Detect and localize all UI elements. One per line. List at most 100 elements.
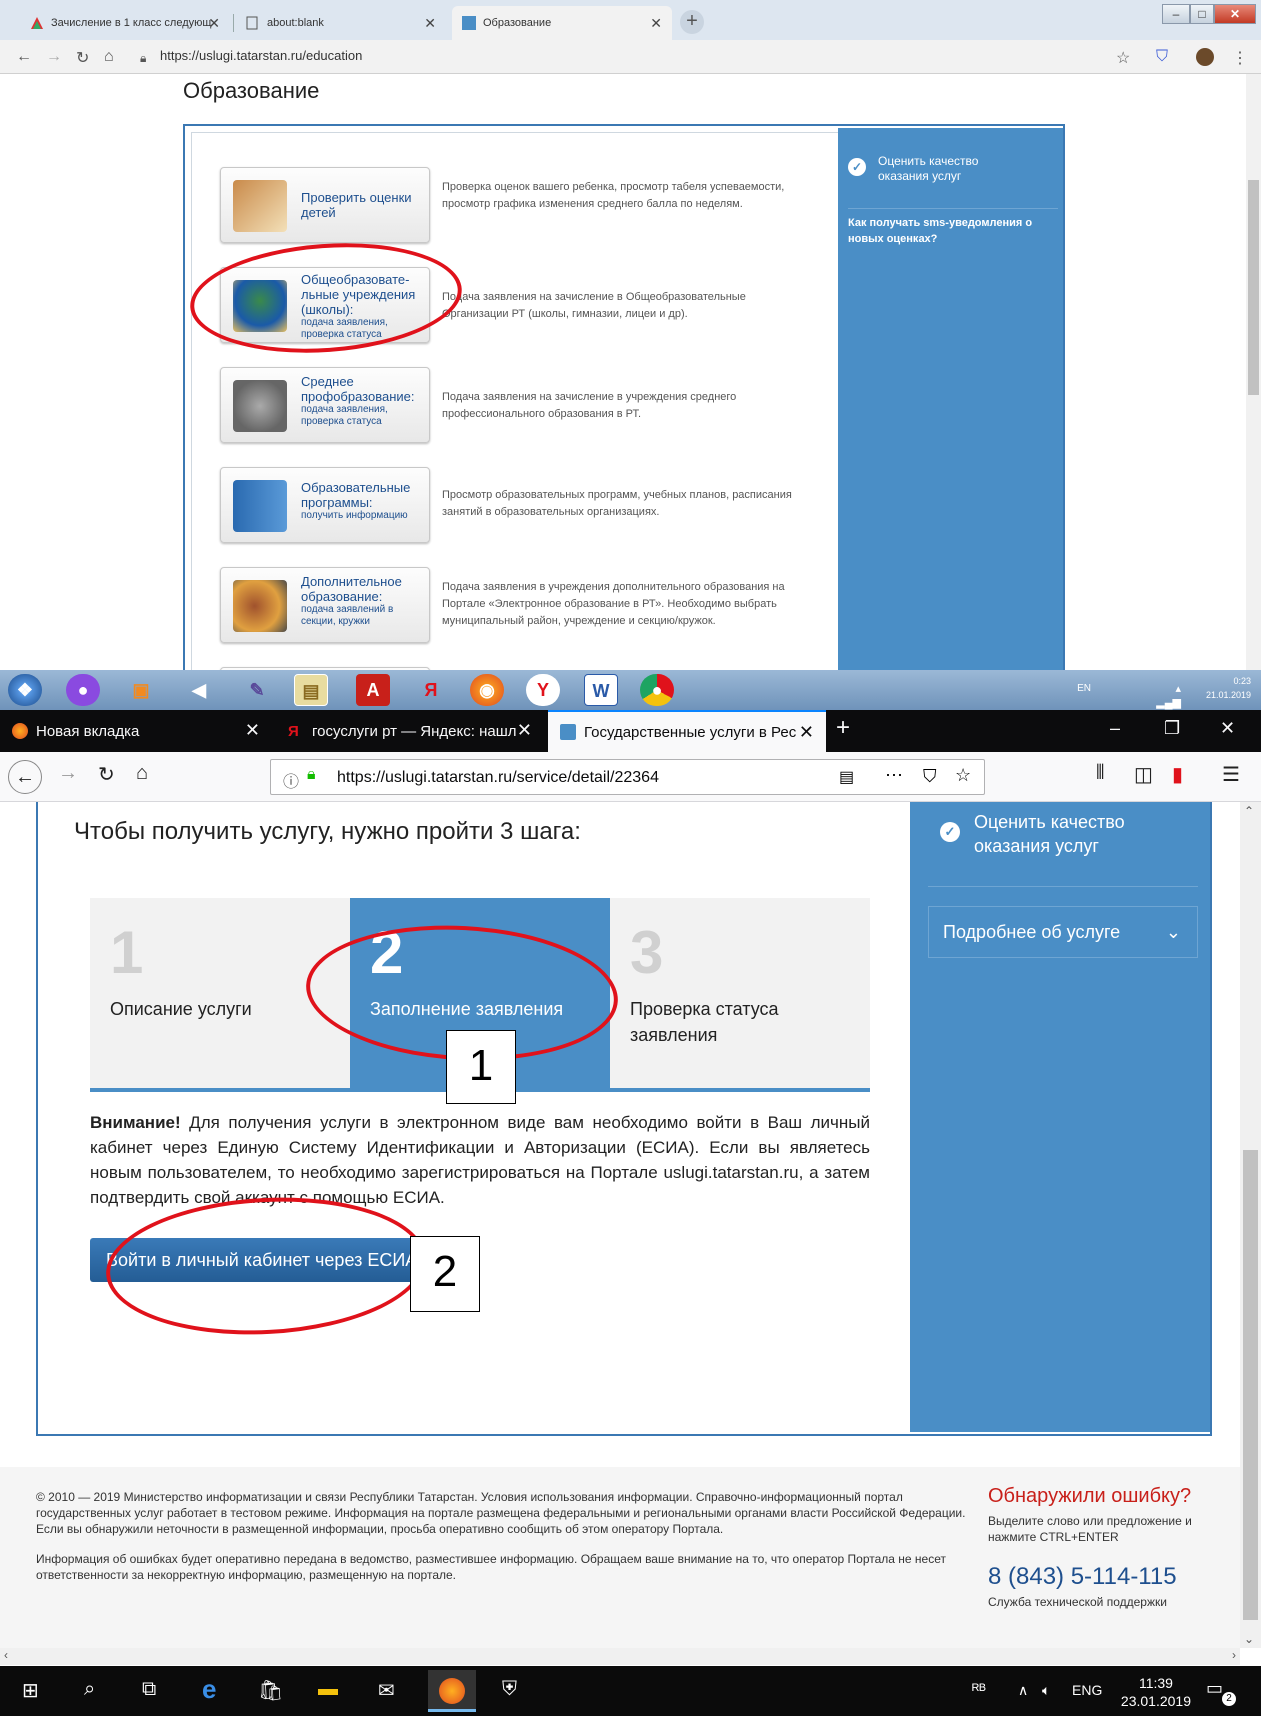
close-tab-icon[interactable]: ✕ xyxy=(424,15,436,32)
url-bar[interactable]: ⓘ 🔒︎ https://uslugi.tatarstan.ru/service… xyxy=(270,759,985,795)
back-icon[interactable]: ← xyxy=(16,48,32,66)
chrome-tab-enrollment[interactable]: Зачисление в 1 класс следующ ✕ xyxy=(20,6,230,40)
scrollbar-thumb[interactable] xyxy=(1243,1150,1258,1620)
forward-icon[interactable]: → xyxy=(46,48,62,66)
security-shield-icon[interactable]: ⛨ xyxy=(502,1678,517,1701)
windows-start-icon[interactable]: ⊞ xyxy=(22,1678,39,1703)
search-icon[interactable]: ⌕ xyxy=(84,1678,95,1701)
bookmark-flag-icon[interactable]: ▮ xyxy=(1172,762,1183,787)
page-title: Образование xyxy=(183,78,320,103)
more-about-service-dropdown[interactable]: Подробнее об услуге ⌄ xyxy=(928,906,1198,958)
steps-heading: Чтобы получить услугу, нужно пройти 3 ша… xyxy=(74,818,581,845)
volume-icon[interactable]: 🔈︎ xyxy=(1042,1682,1050,1699)
store-icon[interactable]: 🛍︎ xyxy=(258,1678,283,1703)
microphone-icon[interactable]: ● xyxy=(66,674,100,706)
rate-quality-link[interactable]: ✓ Оценить качество оказания услуг xyxy=(940,810,1134,858)
close-tab-icon[interactable]: ✕ xyxy=(245,720,260,741)
menu-dots-icon[interactable]: ⋮ xyxy=(1232,48,1248,68)
scroll-up-icon[interactable]: ⌃ xyxy=(1244,804,1254,818)
new-tab-button[interactable]: + xyxy=(680,10,704,34)
clock-time[interactable]: 0:23 xyxy=(1206,674,1251,688)
firefox-tab-gosuslugi[interactable]: Государственные услуги в Рес ✕ xyxy=(548,710,826,752)
notebook-icon xyxy=(233,180,287,232)
menu-icon[interactable]: ☰ xyxy=(1222,762,1240,787)
scroll-right-icon[interactable]: › xyxy=(1232,1648,1236,1662)
library-icon[interactable]: ⫴ xyxy=(1096,762,1104,785)
bookmark-star-icon[interactable]: ☆ xyxy=(1116,48,1130,68)
service-check-grades[interactable]: Проверить оценки детей xyxy=(220,167,430,243)
avatar[interactable] xyxy=(1196,48,1214,66)
close-window-button[interactable]: ✕ xyxy=(1214,4,1256,24)
reader-view-icon[interactable]: ▤ xyxy=(839,767,854,787)
back-button[interactable]: ← xyxy=(8,760,42,794)
clock[interactable]: 11:39 23.01.2019 xyxy=(1121,1674,1191,1710)
service-title: Дополнительное образование: xyxy=(301,574,402,604)
education-panel: Проверить оценки детей Проверка оценок в… xyxy=(183,124,1065,670)
page-actions-icon[interactable]: ⋯ xyxy=(885,765,903,786)
chrome-tab-blank[interactable]: about:blank ✕ xyxy=(236,6,446,40)
scroll-left-icon[interactable]: ‹ xyxy=(4,1648,8,1662)
close-tab-icon[interactable]: ✕ xyxy=(798,722,814,743)
info-icon[interactable]: ⓘ xyxy=(283,768,299,792)
close-tab-icon[interactable]: ✕ xyxy=(650,15,662,32)
url-text[interactable]: https://uslugi.tatarstan.ru/service/deta… xyxy=(337,769,659,787)
paint-icon[interactable]: ✎ xyxy=(240,674,274,706)
chrome-tab-education[interactable]: Образование ✕ xyxy=(452,6,672,40)
word-icon[interactable]: W xyxy=(584,674,618,706)
maximize-button[interactable]: □ xyxy=(1190,4,1214,24)
firefox-toolbar: ← → ↻ ⌂ ⓘ 🔒︎ https://uslugi.tatarstan.ru… xyxy=(0,752,1261,802)
minimize-button[interactable]: – xyxy=(1110,718,1120,739)
firefox-tab-yandex[interactable]: Я госуслуги рт — Яндекс: нашл ✕ xyxy=(276,710,544,752)
gears-icon xyxy=(233,380,287,432)
language-indicator[interactable]: EN xyxy=(1077,682,1091,696)
reload-icon[interactable]: ↻ xyxy=(98,762,115,787)
service-additional[interactable]: Дополнительное образование: подача заявл… xyxy=(220,567,430,643)
yandex-icon[interactable]: Я xyxy=(414,674,448,706)
pdf-icon[interactable]: A xyxy=(356,674,390,706)
support-phone[interactable]: 8 (843) 5-114-115 xyxy=(988,1563,1177,1591)
language-indicator[interactable]: ENG xyxy=(1072,1682,1102,1698)
forward-icon[interactable]: → xyxy=(58,762,78,785)
pocket-icon[interactable]: ⛉ xyxy=(1156,48,1168,66)
horizontal-scrollbar[interactable]: ‹ › xyxy=(0,1648,1240,1665)
bookmark-star-icon[interactable]: ☆ xyxy=(955,765,971,786)
sms-notification-link[interactable]: Как получать sms-уведомления о новых оце… xyxy=(848,208,1058,247)
close-tab-icon[interactable]: ✕ xyxy=(208,15,220,32)
tray-chevron-icon[interactable]: ∧ xyxy=(1018,1682,1028,1699)
file-explorer-icon[interactable]: ▬ xyxy=(318,1678,338,1701)
restore-button[interactable]: ❐ xyxy=(1164,718,1180,739)
home-icon[interactable]: ⌂ xyxy=(104,48,114,66)
firefox-icon[interactable]: ◉ xyxy=(470,674,504,706)
firefox-taskbar-icon[interactable] xyxy=(428,1670,476,1712)
speaker-icon[interactable]: ◀ xyxy=(182,674,216,706)
people-icon[interactable]: ᴿᴮ xyxy=(972,1682,986,1700)
service-programs[interactable]: Образовательные программы: получить инфо… xyxy=(220,467,430,543)
chrome-icon[interactable]: ● xyxy=(640,674,674,706)
rate-quality-link[interactable]: ✓ Оценить качество оказания услуг xyxy=(848,154,1008,184)
support-label: Служба технической поддержки xyxy=(988,1595,1167,1609)
folder-icon[interactable]: ▤ xyxy=(294,674,328,706)
sidebar-icon[interactable]: ◫ xyxy=(1134,762,1153,787)
windows-start-icon[interactable]: ❖ xyxy=(8,674,42,706)
new-tab-button[interactable]: + xyxy=(836,714,850,742)
close-window-button[interactable]: ✕ xyxy=(1220,718,1235,739)
minimize-button[interactable]: – xyxy=(1162,4,1190,24)
home-icon[interactable]: ⌂ xyxy=(136,762,148,785)
scrollbar-thumb[interactable] xyxy=(1248,180,1259,395)
firefox-tab-new[interactable]: Новая вкладка ✕ xyxy=(0,710,272,752)
reload-icon[interactable]: ↻ xyxy=(76,48,89,68)
mail-icon[interactable]: ✉ xyxy=(378,1678,395,1703)
yandex-browser-icon[interactable]: Y xyxy=(526,674,560,706)
notification-icon[interactable]: ▭ xyxy=(1206,1678,1223,1699)
close-tab-icon[interactable]: ✕ xyxy=(516,720,532,741)
address-bar[interactable]: https://uslugi.tatarstan.ru/education xyxy=(160,48,362,63)
edge-icon[interactable]: e xyxy=(202,1674,216,1705)
tab-label: about:blank xyxy=(267,17,324,29)
task-view-icon[interactable]: ⧉ xyxy=(142,1678,156,1701)
step-3-check-status[interactable]: 3 Проверка статуса заявления xyxy=(610,898,870,1088)
service-vocational[interactable]: Среднее профобразование: подача заявлени… xyxy=(220,367,430,443)
pocket-icon[interactable]: ⛉ xyxy=(923,766,937,787)
media-player-icon[interactable]: ▣ xyxy=(124,674,158,706)
scroll-down-icon[interactable]: ⌄ xyxy=(1244,1632,1254,1646)
clock-date[interactable]: 21.01.2019 xyxy=(1206,688,1251,702)
